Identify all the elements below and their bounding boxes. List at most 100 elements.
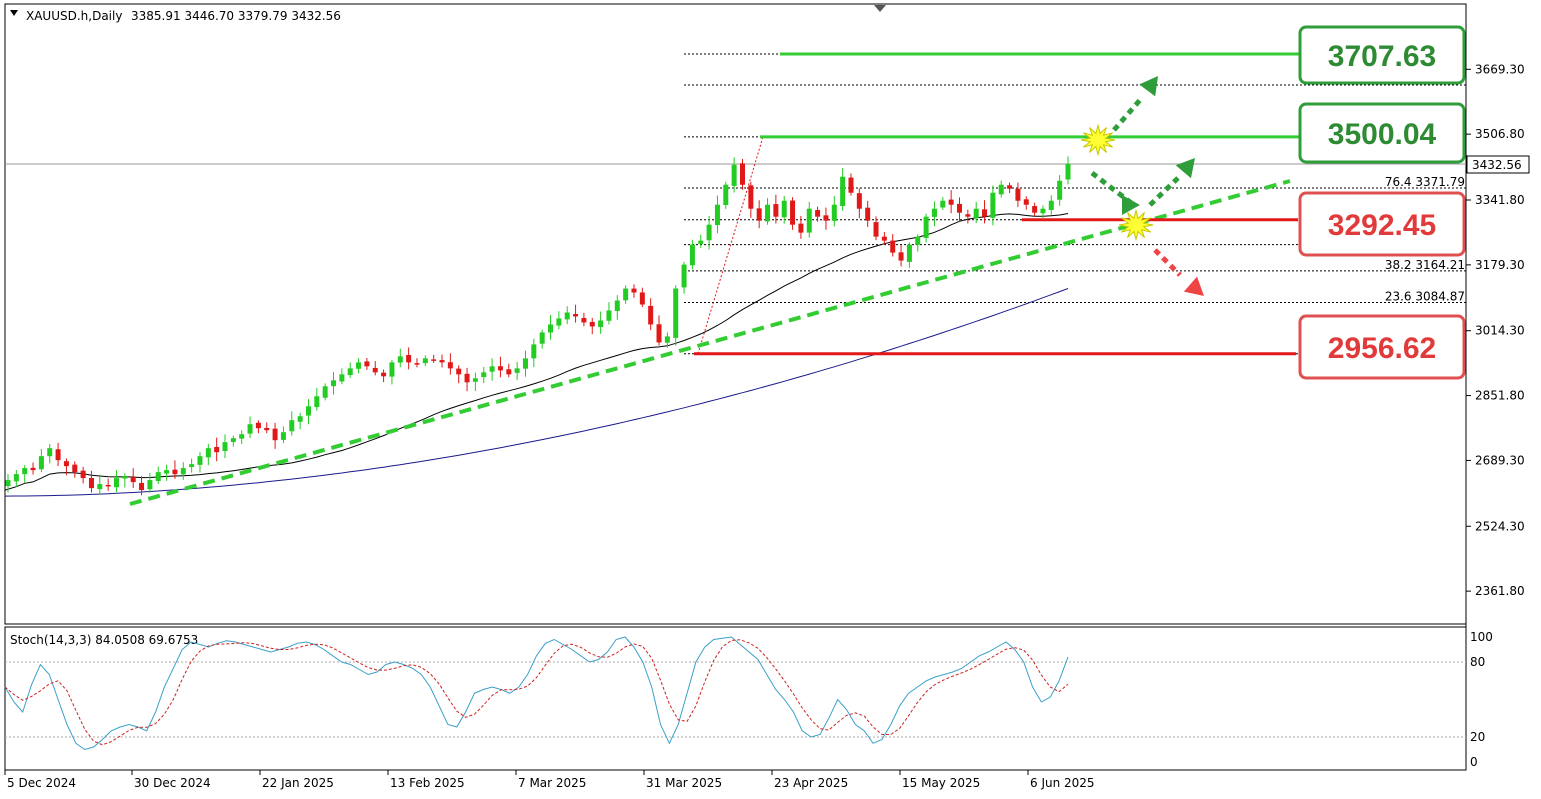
candle-body <box>923 216 929 238</box>
x-tick-label: 15 May 2025 <box>902 776 980 790</box>
candle-body <box>431 359 437 361</box>
candle-body <box>815 210 821 217</box>
candle-body <box>982 209 988 217</box>
x-tick-label: 31 Mar 2025 <box>646 776 722 790</box>
key-level-labels: 3707.63 3500.04 3292.45 2956.62 <box>1298 25 1466 380</box>
candle-body <box>381 372 387 377</box>
y-tick-label: 2524.30 <box>1475 519 1525 533</box>
candle-body <box>305 406 311 416</box>
candle-body <box>105 484 111 487</box>
fib-label: 23.6 3084.87 <box>1385 290 1465 304</box>
x-tick-label: 5 Dec 2024 <box>7 776 76 790</box>
fib-label: 38.2 3164.21 <box>1385 258 1465 272</box>
candle-body <box>731 164 737 186</box>
candle-body <box>456 368 462 375</box>
candle-body <box>247 424 253 434</box>
ohlc-label: 3385.91 3446.70 3379.79 3432.56 <box>131 9 341 23</box>
candle-body <box>623 288 629 301</box>
candle-body <box>940 200 946 208</box>
level-label: 3292.45 <box>1328 209 1436 242</box>
x-axis: 5 Dec 2024 30 Dec 2024 22 Jan 2025 13 Feb 2… <box>4 770 1095 790</box>
candle-body <box>88 477 94 489</box>
candle-body <box>1048 200 1054 210</box>
candle-body <box>689 244 695 266</box>
candle-body <box>556 318 562 326</box>
candle-body <box>990 192 996 218</box>
candle-body <box>97 484 103 490</box>
candle-body <box>30 467 36 471</box>
candle-body <box>831 204 837 221</box>
candle-body <box>1023 199 1029 205</box>
level-label: 3500.04 <box>1328 118 1437 151</box>
candle-body <box>656 324 662 343</box>
stoch-label: Stoch(14,3,3) 84.0508 69.6753 <box>10 633 198 647</box>
candle-body <box>873 222 879 237</box>
candle-body <box>322 386 328 398</box>
candle-body <box>606 310 612 321</box>
y-tick-label: 3179.30 <box>1475 258 1525 272</box>
candle-body <box>130 476 136 483</box>
candle-body <box>481 372 487 378</box>
candle-body <box>698 240 704 244</box>
candle-body <box>172 469 178 475</box>
candle-body <box>1032 206 1038 213</box>
candle-body <box>573 314 579 317</box>
candle-body <box>739 163 745 185</box>
candle-body <box>205 448 211 458</box>
candle-body <box>297 416 303 422</box>
y-tick-label: 3506.80 <box>1475 127 1525 141</box>
candle-body <box>781 200 787 218</box>
candle-body <box>915 236 921 245</box>
candle-body <box>965 214 971 217</box>
candle-body <box>63 461 69 467</box>
candle-body <box>22 468 28 475</box>
candle-body <box>197 456 203 465</box>
candle-body <box>13 474 19 482</box>
candle-body <box>906 244 912 262</box>
stoch-level-label: 100 <box>1470 630 1493 644</box>
candle-body <box>1007 185 1013 189</box>
candle-body <box>881 236 887 241</box>
candle-body <box>506 369 512 375</box>
symbol-label: XAUUSD.h,Daily <box>26 9 122 23</box>
x-tick-label: 6 Jun 2025 <box>1030 776 1095 790</box>
candle-body <box>773 204 779 217</box>
candle-body <box>631 288 637 293</box>
candle-body <box>522 358 528 369</box>
candle-body <box>122 476 128 479</box>
stoch-level-label: 80 <box>1470 655 1485 669</box>
candle-body <box>765 204 771 222</box>
candle-body <box>339 374 345 382</box>
candle-body <box>489 366 495 372</box>
candle-body <box>681 264 687 288</box>
candle-body <box>856 193 862 209</box>
candle-body <box>798 223 804 233</box>
candle-body <box>230 438 236 443</box>
candle-body <box>214 447 220 453</box>
candle-body <box>673 288 679 338</box>
candle-body <box>5 480 11 487</box>
candle-body <box>1015 188 1021 201</box>
candle-body <box>706 224 712 241</box>
candle-body <box>372 367 378 373</box>
candle-body <box>472 378 478 382</box>
candle-body <box>790 200 796 225</box>
x-tick-label: 30 Dec 2024 <box>134 776 211 790</box>
candle-body <box>47 448 53 457</box>
candle-body <box>1040 208 1046 214</box>
candle-body <box>289 420 295 432</box>
x-tick-label: 13 Feb 2025 <box>390 776 465 790</box>
candle-body <box>598 320 604 328</box>
candle-body <box>848 177 854 193</box>
candle-body <box>180 468 186 475</box>
candle-body <box>397 356 403 363</box>
chart: XAUUSD.h,Daily 3385.91 3446.70 3379.79 3… <box>4 3 1530 790</box>
candle-body <box>356 362 362 369</box>
candle-body <box>464 373 470 383</box>
candle-body <box>72 464 78 473</box>
candle-body <box>272 428 278 441</box>
candle-body <box>756 208 762 221</box>
candle-body <box>147 480 153 490</box>
candle-body <box>748 185 754 209</box>
candle-body <box>614 300 620 311</box>
